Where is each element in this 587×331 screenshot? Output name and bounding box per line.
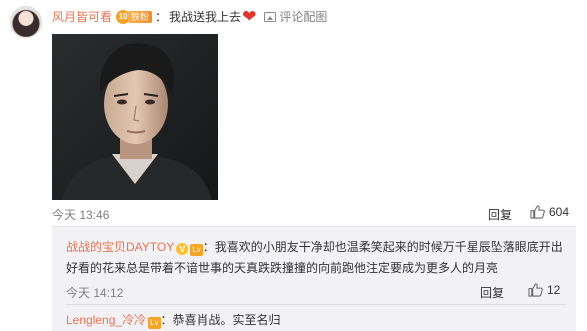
fan-badge[interactable]: 10 铁粉 bbox=[116, 10, 153, 24]
level-badge-icon[interactable]: Lv bbox=[148, 317, 161, 329]
comment-item: 风月皆可看 10 铁粉 ： 我战送我上去 ❤ 评论配图 今天 13:46 回复 … bbox=[0, 0, 587, 230]
comment-timestamp: 今天 13:46 bbox=[52, 208, 110, 222]
comment-picture-link[interactable]: 评论配图 bbox=[264, 9, 327, 25]
comment-separator: ： bbox=[155, 10, 168, 24]
fan-badge-text: 铁粉 bbox=[128, 11, 153, 23]
divider bbox=[52, 226, 576, 227]
level-badge-icon[interactable]: Lv bbox=[190, 244, 203, 256]
reply-separator: ： bbox=[202, 240, 215, 254]
replies-panel: 战战的宝贝DAYTOY V Lv ：我喜欢的小朋友干净却也温柔笑起来的时候万千星辰坠落… bbox=[52, 226, 576, 331]
reply-text: 恭喜肖战。实至名归 bbox=[172, 313, 281, 327]
comment-picture-label: 评论配图 bbox=[279, 10, 328, 24]
reply-timestamp: 今天 14:12 bbox=[66, 286, 124, 300]
like-count: 604 bbox=[549, 205, 570, 219]
reply-username[interactable]: 战战的宝贝DAYTOY bbox=[66, 240, 174, 254]
reply-reply-button[interactable]: 回复 bbox=[480, 284, 504, 301]
comment-photo[interactable] bbox=[52, 34, 218, 200]
verified-badge-icon[interactable]: V bbox=[176, 243, 189, 255]
comment-text: 我战送我上去 bbox=[169, 10, 242, 24]
picture-icon bbox=[264, 12, 277, 22]
reply-username[interactable]: Lengleng_冷冷 bbox=[66, 313, 146, 327]
comment-line: 风月皆可看 10 铁粉 ： 我战送我上去 ❤ 评论配图 bbox=[52, 7, 327, 26]
like-button[interactable]: 604 bbox=[530, 205, 569, 219]
thumbs-up-icon bbox=[528, 283, 543, 297]
reply-item: Lengleng_冷冷 Lv ：恭喜肖战。实至名归 bbox=[66, 311, 281, 329]
portrait-image bbox=[52, 34, 218, 200]
avatar[interactable] bbox=[10, 6, 42, 38]
reply-item: 战战的宝贝DAYTOY V Lv ：我喜欢的小朋友干净却也温柔笑起来的时候万千星辰坠落… bbox=[66, 237, 566, 279]
reply-like-button[interactable]: 12 bbox=[528, 283, 560, 297]
reply-button[interactable]: 回复 bbox=[488, 206, 512, 223]
heart-icon: ❤ bbox=[242, 7, 257, 26]
thumbs-up-icon bbox=[530, 205, 545, 219]
comment-username[interactable]: 风月皆可看 bbox=[52, 9, 112, 25]
reply-separator: ： bbox=[160, 313, 173, 327]
reply-like-count: 12 bbox=[547, 283, 561, 297]
reply-divider bbox=[66, 304, 566, 305]
